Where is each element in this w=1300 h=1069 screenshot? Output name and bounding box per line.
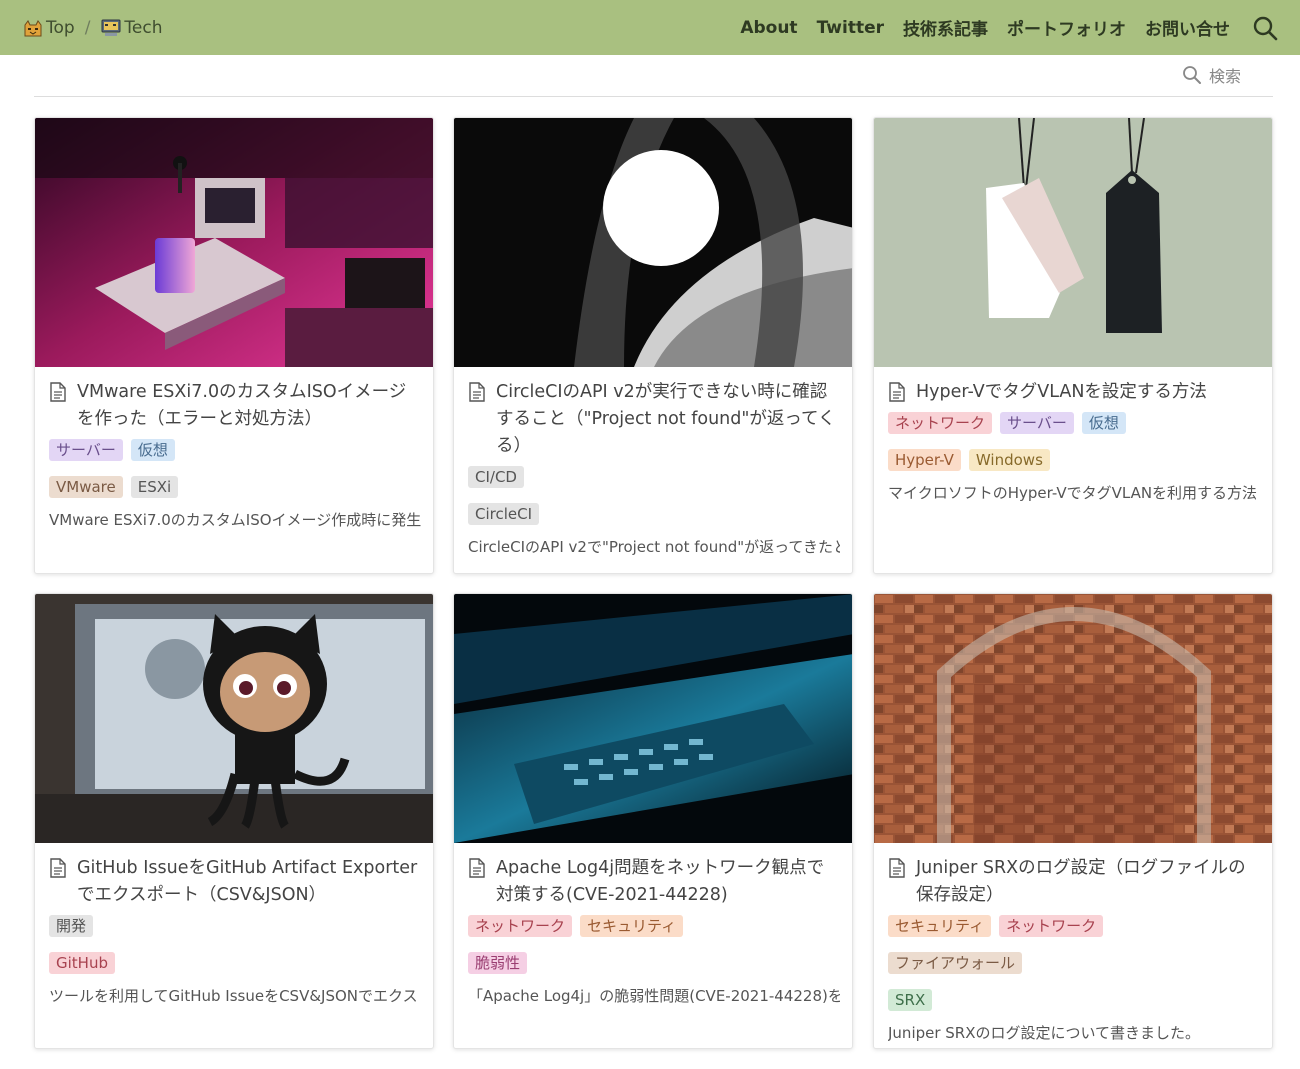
article-title[interactable]: VMware ESXi7.0のカスタムISOイメージを作った（エラーと対処方法） [49,379,419,433]
tag[interactable]: ネットワーク [468,915,573,937]
tag[interactable]: サーバー [49,439,123,461]
tag[interactable]: GitHub [49,952,115,974]
article-card[interactable]: VMware ESXi7.0のカスタムISOイメージを作った（エラーと対処方法）… [34,117,434,574]
article-excerpt: 「Apache Log4j」の脆弱性問題(CVE-2021-44228)を [468,987,840,1005]
article-title[interactable]: GitHub IssueをGitHub Artifact Exporterでエク… [49,855,419,909]
article-thumbnail [35,594,433,843]
article-thumbnail [35,118,433,367]
article-title[interactable]: Juniper SRXのログ設定（ログファイルの保存設定） [888,855,1258,909]
document-icon [468,858,486,878]
article-thumbnail [874,594,1272,843]
article-excerpt: Juniper SRXのログ設定について書きました。 [888,1024,1201,1042]
document-icon [468,382,486,402]
tag[interactable]: サーバー [1000,412,1074,434]
article-thumbnail [874,118,1272,367]
tag[interactable]: CircleCI [468,503,540,525]
article-card[interactable]: Hyper-VでタグVLANを設定する方法 ネットワーク サーバー 仮想 Hyp… [873,117,1273,574]
article-card[interactable]: CircleCIのAPI v2が実行できない時に確認すること（"Project … [453,117,853,574]
tag-row: SRX [888,989,1258,1026]
tag[interactable]: セキュリティ [888,915,992,937]
nav-link-about[interactable]: About [740,18,797,38]
article-title-text: CircleCIのAPI v2が実行できない時に確認すること（"Project … [496,382,836,456]
tag-row: GitHub [49,952,419,989]
article-title-text: GitHub IssueをGitHub Artifact Exporterでエク… [77,858,418,905]
tag-row: 開発 [49,915,419,952]
nav-links: About Twitter 技術系記事 ポートフォリオ お問い合せ [721,15,1278,41]
tag-row: Hyper-V Windows [888,449,1258,486]
cat-icon [22,18,44,38]
document-icon [888,858,906,878]
breadcrumb-tech-label: Tech [124,17,163,38]
article-title-text: Hyper-VでタグVLANを設定する方法 [916,382,1207,402]
nav-link-contact[interactable]: お問い合せ [1145,15,1230,40]
article-excerpt: VMware ESXi7.0のカスタムISOイメージ作成時に発生 [49,511,421,529]
magnifier-icon [1183,66,1201,84]
search-button[interactable]: 検索 [1182,63,1241,87]
tag[interactable]: 開発 [49,915,94,937]
tag[interactable]: 仮想 [1081,412,1126,434]
tag[interactable]: VMware [49,476,123,498]
breadcrumb-tech[interactable]: Tech [100,17,163,38]
search-button-label: 検索 [1208,67,1241,86]
nav-link-portfolio[interactable]: ポートフォリオ [1007,15,1126,40]
article-excerpt: CircleCIのAPI v2で"Project not found"が返ってき… [468,538,840,556]
article-thumbnail [454,594,852,843]
tag-row: VMware ESXi [49,476,419,513]
document-icon [49,382,67,402]
tag[interactable]: 脆弱性 [468,952,528,974]
article-excerpt: マイクロソフトのHyper-VでタグVLANを利用する方法 [888,484,1258,502]
computer-icon [100,18,122,38]
tag-row: ファイアウォール [888,952,1258,989]
search-icon[interactable] [1252,15,1278,41]
breadcrumb: Top / Tech [22,18,163,38]
article-title[interactable]: CircleCIのAPI v2が実行できない時に確認すること（"Project … [468,379,838,460]
tag[interactable]: SRX [888,989,933,1011]
breadcrumb-separator: / [84,17,91,38]
tag[interactable]: CI/CD [468,466,524,488]
article-title[interactable]: Apache Log4j問題をネットワーク観点で対策する(CVE-2021-44… [468,855,838,909]
tag[interactable]: 仮想 [130,439,175,461]
article-excerpt: ツールを利用してGitHub IssueをCSV&JSONでエクス [49,987,418,1005]
search-row: 検索 [34,55,1273,97]
tag[interactable]: ファイアウォール [888,952,1023,974]
breadcrumb-top[interactable]: Top [22,18,75,38]
tag[interactable]: ネットワーク [888,412,993,434]
tag-row: サーバー 仮想 [49,439,419,476]
document-icon [49,858,67,878]
tag-row: ネットワーク サーバー 仮想 [888,412,1258,449]
tag-row: 脆弱性 [468,952,838,989]
nav-link-twitter[interactable]: Twitter [817,18,884,38]
article-card[interactable]: GitHub IssueをGitHub Artifact Exporterでエク… [34,593,434,1049]
tag[interactable]: Windows [968,449,1050,471]
tag-row: ネットワーク セキュリティ [468,915,838,952]
nav-link-tech-articles[interactable]: 技術系記事 [903,15,988,40]
article-title-text: VMware ESXi7.0のカスタムISOイメージを作った（エラーと対処方法） [77,382,407,429]
top-navbar: Top / Tech About Twitter 技術系記事 ポートフォリオ お… [0,0,1300,55]
tag[interactable]: Hyper-V [888,449,961,471]
tag[interactable]: ネットワーク [999,915,1104,937]
article-card[interactable]: Juniper SRXのログ設定（ログファイルの保存設定） セキュリティ ネット… [873,593,1273,1049]
tag-row: CI/CD [468,466,838,503]
tag[interactable]: セキュリティ [580,915,684,937]
tag-row: CircleCI [468,503,838,540]
article-title-text: Apache Log4j問題をネットワーク観点で対策する(CVE-2021-44… [496,858,825,905]
tag[interactable]: ESXi [130,476,179,498]
article-card[interactable]: Apache Log4j問題をネットワーク観点で対策する(CVE-2021-44… [453,593,853,1049]
article-title-text: Juniper SRXのログ設定（ログファイルの保存設定） [916,858,1246,905]
tag-row: セキュリティ ネットワーク [888,915,1258,952]
article-thumbnail [454,118,852,367]
breadcrumb-top-label: Top [46,17,75,38]
document-icon [888,382,906,402]
article-title[interactable]: Hyper-VでタグVLANを設定する方法 [888,379,1258,406]
